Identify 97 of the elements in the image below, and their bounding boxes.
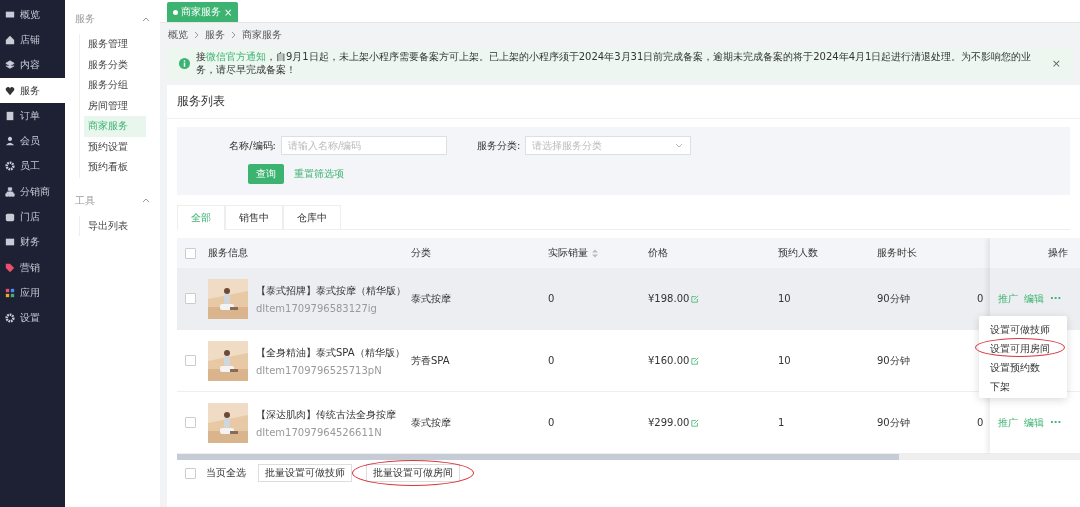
checkbox[interactable] [185,247,196,259]
group-title: 工具 [75,193,95,208]
table-cell: ¥160.00 [648,355,690,366]
chevron-icon[interactable] [142,198,150,203]
tab[interactable]: 仓库中 [283,205,341,230]
column-header: 服务信息 [208,246,249,260]
table-cell-text: 10 [778,293,792,304]
nav-item[interactable]: 分销商 [0,179,65,205]
table-cell-text: 90分钟 [877,291,911,306]
table-cell-text: 0 [548,355,556,366]
chevron-icon [231,31,236,39]
nav-item[interactable]: 营销 [0,254,65,281]
chevron-icon [675,143,684,148]
subnav-item[interactable]: 预约设置 [84,136,146,157]
service-name[interactable]: 【深达肌肉】传统古法全身按摩 [256,407,396,422]
breadcrumb-item[interactable]: 概览 [168,28,188,42]
card-icon [5,237,15,248]
menu-item[interactable]: 设置可做技师 [981,319,1065,338]
document-icon [5,110,15,121]
menu-item[interactable]: 下架 [981,376,1065,395]
nav-item[interactable]: 财务 [0,229,65,255]
service-name[interactable]: 【泰式招牌】泰式按摩（精华版） [256,283,406,298]
edit-icon[interactable] [691,356,700,365]
heart-icon [5,85,15,96]
close-icon[interactable]: × [1051,56,1061,70]
column-header: 服务时长 [877,246,918,260]
group-title: 服务 [75,12,95,26]
breadcrumb-item[interactable]: 服务 [205,28,225,42]
subnav-item[interactable]: 服务管理 [84,34,146,55]
store-icon [5,212,15,222]
nav-item[interactable]: 服务 [0,77,65,104]
subnav-item[interactable]: 导出列表 [84,215,146,236]
nav-item[interactable]: 订单 [0,103,65,129]
subnav-item[interactable]: 服务分组 [84,75,146,96]
nav-item[interactable]: 会员 [0,128,65,154]
nav-item[interactable]: 概览 [0,2,65,28]
subnav-item[interactable]: 房间管理 [84,95,146,116]
table-cell-text: 1 [778,417,786,428]
table-cell: 0 [977,293,984,304]
nav-item[interactable]: 应用 [0,280,65,306]
hierarchy-icon [5,186,15,197]
table-cell-text: 泰式按摩 [411,415,452,430]
nav-item[interactable]: 员工 [0,153,65,180]
table-cell-text: 0 [548,293,556,304]
edit-icon[interactable] [691,294,700,303]
layers-icon [5,60,15,71]
table-cell-text: 90分钟 [877,415,911,430]
column-header: 价格 [648,246,669,260]
nav-item[interactable]: 设置 [0,305,65,331]
card-title: 服务列表 [167,85,1080,119]
checkbox[interactable] [185,355,196,366]
chevron-icon [194,31,199,39]
subnav-item[interactable]: 预约看板 [84,157,146,178]
house-icon [5,34,15,45]
menu-item[interactable]: 设置预约数 [981,357,1065,376]
nav-item[interactable]: 店铺 [0,27,65,53]
table-cell-text: 0 [548,417,556,428]
nav-item[interactable]: 内容 [0,52,65,78]
column-header: 预约人数 [778,246,819,260]
table-cell: ¥198.00 [648,293,690,304]
batch-button[interactable]: 批量设置可做房间 [366,464,460,482]
table-cell-text: 10 [778,355,792,366]
table-cell: ¥299.00 [648,417,690,428]
table-cell-text: 90分钟 [877,353,911,368]
edit-icon[interactable] [691,418,700,427]
checkbox[interactable] [185,293,196,304]
column-header: 实际销量 [548,246,648,260]
checkbox[interactable] [185,417,196,428]
monitor-icon [5,9,15,20]
batch-button[interactable]: 批量设置可做技师 [258,464,352,482]
chevron-icon[interactable] [142,16,150,22]
tab[interactable]: 销售中 [225,205,283,230]
tag-icon [5,262,15,273]
sort-icon[interactable] [592,248,598,258]
settings-icon [5,161,15,172]
table-cell-text: 泰式按摩 [411,291,452,306]
table-cell: 0 [977,417,984,428]
select-all-label: 当页全选 [206,466,246,480]
notice-text: 接微信官方通知，自9月1日起，未上架小程序需要备案方可上架。已上架的小程序须于2024年3月31日前完成备案，逾期未完成备案的将于2024年4月1日起进行清退处理。为不影响您的业务，请尽早完成备案！ [196,50,1033,76]
table-cell-text: 芳香SPA [411,353,451,368]
service-code: dItem1709796525713pN [256,364,383,376]
info-icon [179,57,190,69]
service-code: dItem1709796583127ig [256,302,378,314]
breadcrumb-item[interactable]: 商家服务 [242,28,282,42]
input-field[interactable]: 请输入名称/编码 [281,136,447,155]
nav-item[interactable]: 门店 [0,204,65,230]
user-icon [5,136,15,147]
grid-icon [5,287,15,298]
checkbox[interactable] [185,467,196,479]
settings-icon [5,313,15,324]
column-header: 分类 [411,246,432,260]
subnav-item[interactable]: 服务分类 [84,54,146,75]
service-name[interactable]: 【全身精油】泰式SPA（精华版） [256,345,405,360]
field-label: 名称/编码: [229,138,276,153]
service-code: dItem17097964526611N [256,426,383,438]
column-header: 操作 [1048,246,1068,260]
field-label: 服务分类: [477,138,521,153]
